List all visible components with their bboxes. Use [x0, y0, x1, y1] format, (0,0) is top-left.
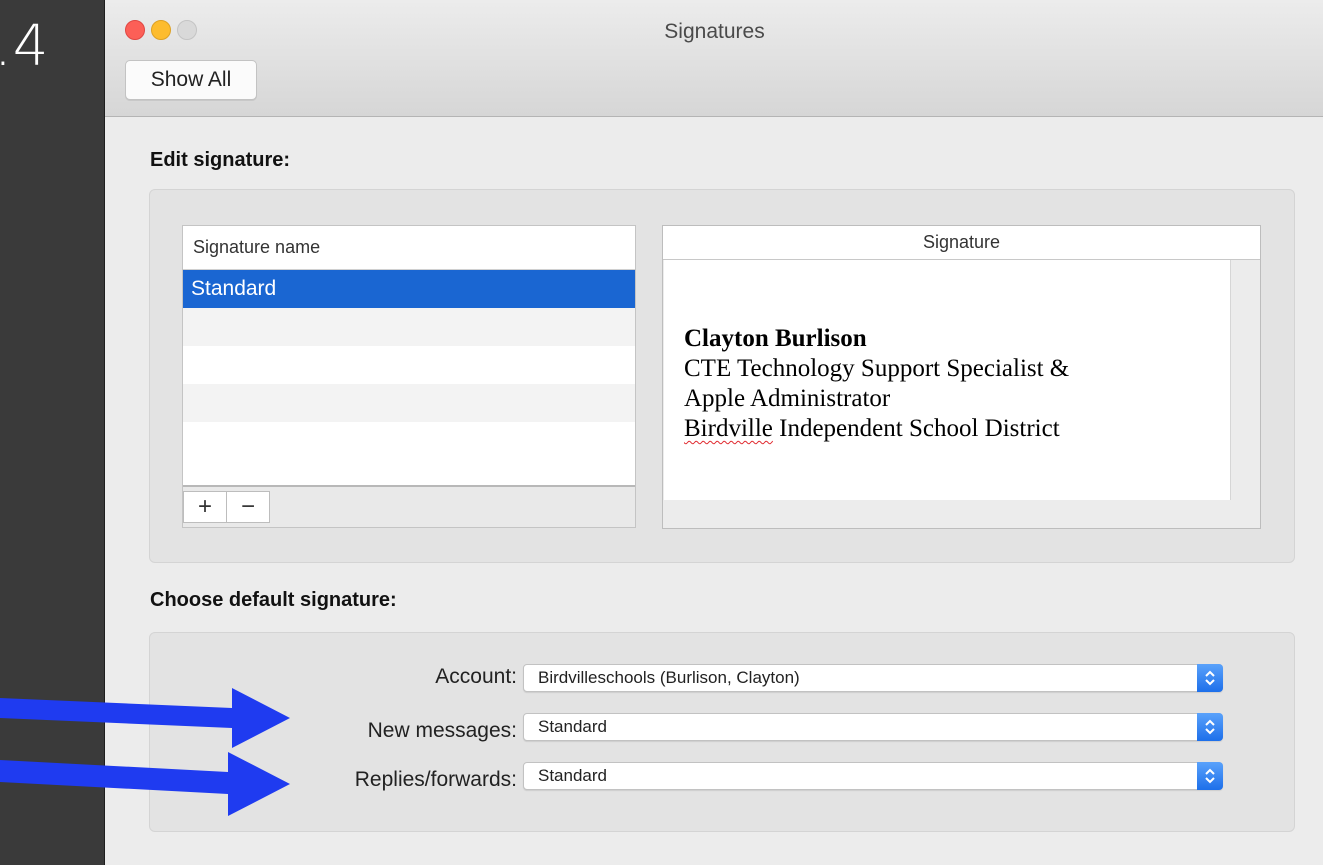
- signature-title-line-2: Apple Administrator: [684, 385, 891, 412]
- org-rest: Independent School District: [772, 415, 1060, 442]
- choose-default-label: Choose default signature:: [150, 589, 397, 611]
- signature-column-header: Signature: [663, 226, 1260, 260]
- replies-forwards-select[interactable]: Standard: [523, 762, 1223, 790]
- remove-signature-button[interactable]: −: [226, 491, 270, 523]
- chevron-updown-icon: [1197, 664, 1223, 692]
- replies-forwards-value: Standard: [538, 766, 607, 785]
- edit-signature-label: Edit signature:: [150, 149, 291, 171]
- list-item-empty: [183, 346, 635, 384]
- misspelled-word: Birdville: [684, 415, 773, 442]
- signature-title-line: CTE Technology Support Specialist &: [684, 355, 1070, 382]
- chevron-updown-icon: [1197, 762, 1223, 790]
- list-item-empty: [183, 384, 635, 422]
- list-item-empty: [183, 308, 635, 346]
- show-all-button[interactable]: Show All: [125, 60, 257, 100]
- annotation-arrows: [0, 688, 290, 816]
- arrow-new-messages-icon: [0, 688, 290, 748]
- list-item[interactable]: Standard: [183, 270, 635, 308]
- account-value: Birdvilleschools (Burlison, Clayton): [538, 668, 800, 687]
- list-item-empty: [183, 422, 635, 460]
- new-messages-value: Standard: [538, 717, 607, 736]
- step-number: .4: [0, 14, 50, 79]
- signature-name-line: Clayton Burlison: [684, 325, 867, 352]
- new-messages-select[interactable]: Standard: [523, 713, 1223, 741]
- signature-org-line: Birdville Independent School District: [684, 414, 1069, 444]
- signature-name-column-header[interactable]: Signature name: [183, 226, 635, 270]
- signature-name-list: Signature name Standard + −: [182, 225, 636, 528]
- arrow-replies-forwards-icon: [0, 752, 290, 816]
- add-signature-button[interactable]: +: [183, 491, 227, 523]
- signature-editor-pane: Signature Clayton Burlison CTE Technolog…: [662, 225, 1261, 529]
- signature-editor[interactable]: Clayton Burlison CTE Technology Support …: [664, 260, 1231, 500]
- signature-text[interactable]: Clayton Burlison CTE Technology Support …: [684, 324, 1069, 444]
- titlebar: Signatures Show All: [105, 0, 1323, 117]
- window-title: Signatures: [664, 20, 765, 43]
- list-footer: + −: [183, 485, 635, 527]
- chevron-updown-icon: [1197, 713, 1223, 741]
- account-select[interactable]: Birdvilleschools (Burlison, Clayton): [523, 664, 1223, 692]
